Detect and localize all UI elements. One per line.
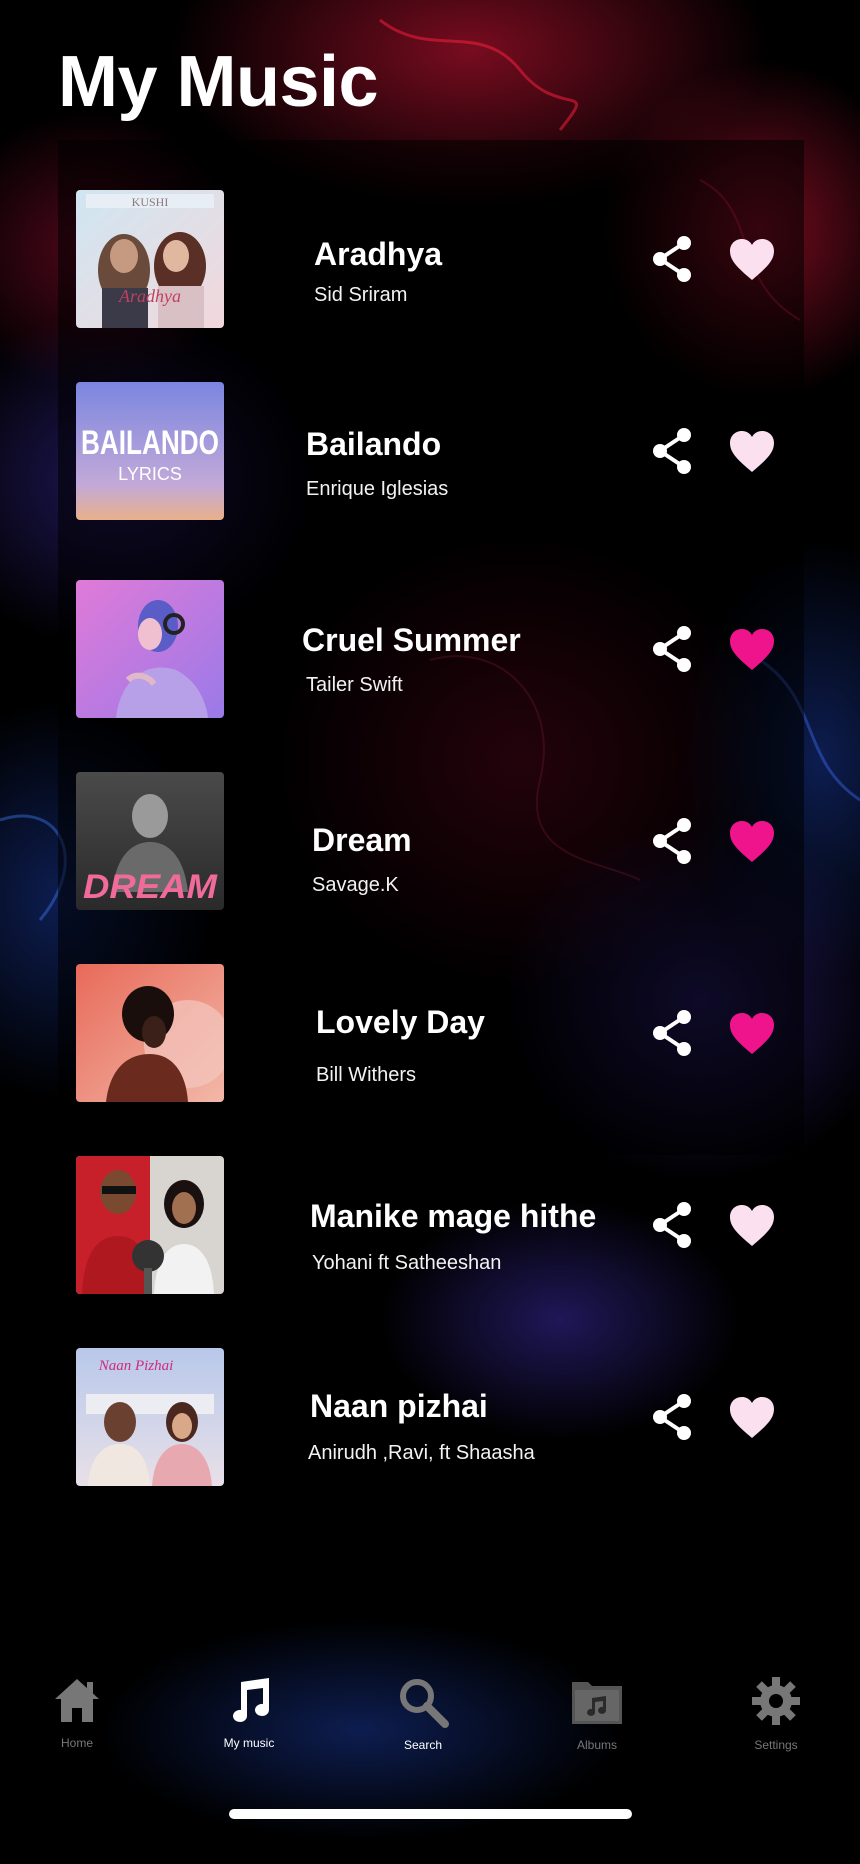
song-title: Cruel Summer [302, 622, 521, 658]
nav-albums[interactable]: Albums [527, 1660, 667, 1770]
bottom-nav: Home My music Search Albums Settings [0, 1660, 860, 1770]
song-artist: Bill Withers [316, 1064, 417, 1086]
song-row-lovely-day[interactable]: Lovely Day Bill Withers [0, 964, 860, 1104]
album-folder-icon [572, 1682, 622, 1724]
heart-icon[interactable] [728, 1396, 776, 1440]
gear-icon [752, 1677, 800, 1725]
svg-text:BAILANDO: BAILANDO [81, 424, 219, 462]
home-indicator[interactable] [229, 1809, 632, 1819]
album-cover[interactable]: DREAM [76, 772, 224, 910]
album-cover[interactable]: KUSHI Aradhya [76, 190, 224, 328]
song-artist: Savage.K [312, 874, 399, 896]
song-title: Manike mage hithe [310, 1198, 597, 1234]
song-row-manike-mage-hithe[interactable]: Manike mage hithe Yohani ft Satheeshan [0, 1156, 860, 1296]
share-icon[interactable] [650, 1201, 694, 1249]
share-icon[interactable] [650, 817, 694, 865]
page-header: My Music [0, 0, 860, 140]
svg-text:Aradhya: Aradhya [118, 286, 181, 306]
nav-label: Search [403, 1738, 443, 1752]
nav-label: Home [60, 1736, 93, 1750]
song-row-bailando[interactable]: BAILANDO LYRICS Bailando Enrique Iglesia… [0, 382, 860, 522]
album-cover[interactable] [76, 1156, 224, 1294]
heart-icon[interactable] [728, 1204, 776, 1248]
song-row-cruel-summer[interactable]: Cruel Summer Tailer Swift [0, 580, 860, 720]
song-title: Lovely Day [316, 1004, 485, 1040]
share-icon[interactable] [650, 1393, 694, 1441]
nav-label: Albums [576, 1738, 617, 1752]
album-cover[interactable] [76, 964, 224, 1102]
share-icon[interactable] [650, 625, 694, 673]
heart-icon[interactable] [728, 430, 776, 474]
heart-icon[interactable] [728, 628, 776, 672]
song-artist: Sid Sriram [314, 284, 408, 306]
nav-settings[interactable]: Settings [706, 1660, 846, 1770]
heart-icon[interactable] [728, 238, 776, 282]
nav-label: My music [223, 1736, 275, 1750]
share-icon[interactable] [650, 235, 694, 283]
song-artist: Enrique Iglesias [306, 478, 449, 500]
search-icon [400, 1679, 449, 1728]
share-icon[interactable] [650, 427, 694, 475]
nav-my-music[interactable]: My music [179, 1660, 319, 1770]
heart-icon[interactable] [728, 820, 776, 864]
nav-search[interactable]: Search [353, 1660, 493, 1770]
svg-text:KUSHI: KUSHI [132, 195, 169, 209]
svg-text:DREAM: DREAM [83, 868, 218, 906]
home-icon [55, 1679, 99, 1722]
share-icon[interactable] [650, 1009, 694, 1057]
album-cover[interactable]: BAILANDO LYRICS [76, 382, 224, 520]
nav-home[interactable]: Home [7, 1660, 147, 1770]
song-artist: Tailer Swift [306, 674, 403, 696]
song-row-dream[interactable]: DREAM Dream Savage.K [0, 772, 860, 912]
page-title: My Music [58, 42, 379, 122]
song-row-naan-pizhai[interactable]: Naan Pizhai Naan pizhai Anirudh ,Ravi, f… [0, 1348, 860, 1488]
song-artist: Yohani ft Satheeshan [312, 1252, 502, 1274]
nav-label: Settings [754, 1738, 798, 1752]
album-cover[interactable] [76, 580, 224, 718]
song-row-aradhya[interactable]: KUSHI Aradhya Aradhya Sid Sriram [0, 190, 860, 330]
song-artist: Anirudh ,Ravi, ft Shaasha [308, 1442, 535, 1464]
song-title: Naan pizhai [310, 1388, 488, 1424]
heart-icon[interactable] [728, 1012, 776, 1056]
music-note-icon [233, 1678, 269, 1722]
svg-text:Naan Pizhai: Naan Pizhai [98, 1358, 174, 1374]
album-cover[interactable]: Naan Pizhai [76, 1348, 224, 1486]
svg-text:LYRICS: LYRICS [118, 464, 182, 484]
song-title: Bailando [306, 426, 442, 462]
song-title: Dream [312, 822, 412, 858]
song-title: Aradhya [314, 236, 443, 272]
